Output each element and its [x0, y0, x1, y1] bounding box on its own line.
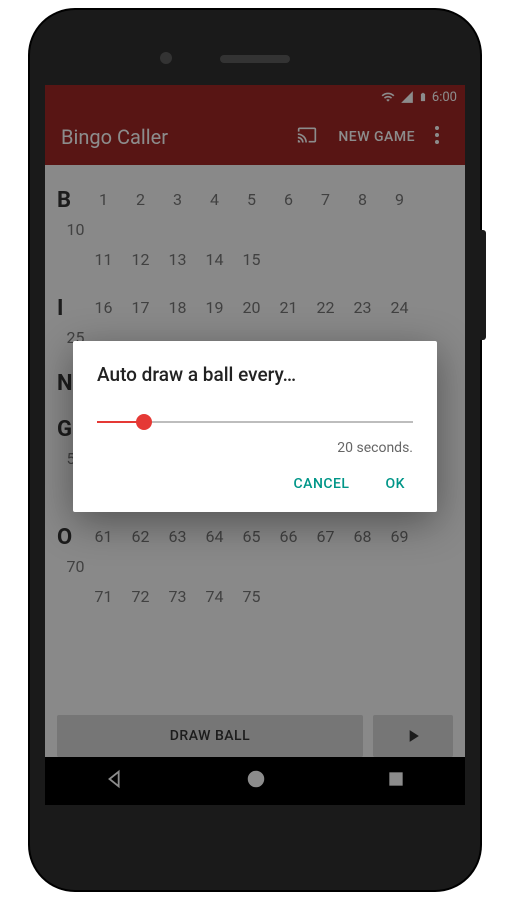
slider-value-label: 20 seconds.	[97, 440, 413, 456]
phone-speaker	[220, 55, 290, 63]
phone-camera	[160, 52, 172, 64]
screen: 6:00 Bingo Caller NEW GAME B123456789101…	[45, 85, 465, 805]
slider-thumb[interactable]	[136, 414, 152, 430]
phone-frame: 6:00 Bingo Caller NEW GAME B123456789101…	[30, 10, 480, 890]
cancel-button[interactable]: CANCEL	[290, 468, 354, 500]
auto-draw-dialog: Auto draw a ball every… 20 seconds. CANC…	[73, 341, 437, 512]
dialog-actions: CANCEL OK	[97, 468, 413, 500]
interval-slider[interactable]	[97, 412, 413, 432]
phone-side-button	[480, 230, 486, 340]
ok-button[interactable]: OK	[382, 468, 410, 500]
dialog-title: Auto draw a ball every…	[97, 363, 413, 386]
